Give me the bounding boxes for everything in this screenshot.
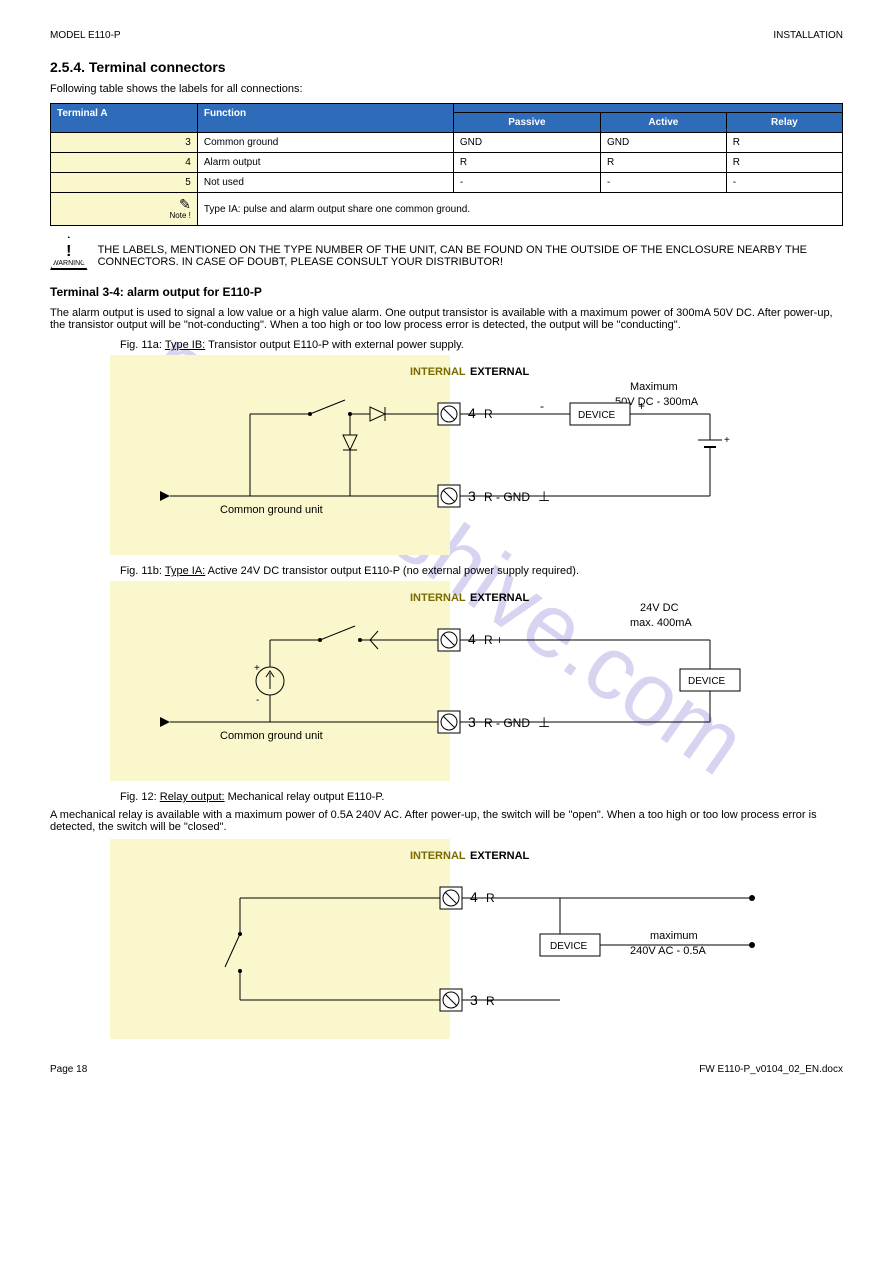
cell-label: 5 (51, 173, 198, 193)
minus-label: - (540, 399, 544, 413)
section-title: 2.5.4. Terminal connectors (50, 59, 843, 75)
table-row: 5 Not used - - - (51, 173, 843, 193)
external-label: EXTERNAL (470, 592, 530, 604)
fig-rest: Transistor output E110-P with external p… (208, 339, 464, 351)
terminals-table: Terminal A Function Passive Active Relay… (50, 103, 843, 226)
fig-prefix: Fig. 12: (120, 791, 157, 803)
device-box: DEVICE (578, 410, 616, 421)
cell-relay: R (726, 153, 842, 173)
pencil-icon: ✎ Note ! (170, 197, 191, 220)
warning-block: ! WARNING THE LABELS, MENTIONED ON THE T… (50, 236, 843, 270)
pin3-label: R - GND (484, 716, 530, 730)
th-passive: Passive (453, 113, 600, 133)
pin4-num: 4 (470, 889, 478, 905)
cell-active: GND (600, 133, 726, 153)
figure-relay-caption: Fig. 12: Relay output: Mechanical relay … (120, 791, 843, 803)
common-ground-label: Common ground unit (220, 730, 323, 742)
th-active: Active (600, 113, 726, 133)
internal-label: INTERNAL (410, 850, 466, 862)
fig-rest: Mechanical relay output E110-P. (228, 791, 385, 803)
page-footer: Page 18 FW E110-P_v0104_02_EN.docx (50, 1064, 843, 1075)
warning-icon: ! WARNING (50, 236, 88, 270)
relay-intro-text: A mechanical relay is available with a m… (50, 809, 843, 833)
plus-sign: + (254, 663, 260, 674)
warning-text: THE LABELS, MENTIONED ON THE TYPE NUMBER… (98, 236, 843, 268)
header-right: INSTALLATION (773, 30, 843, 41)
subsection-title: Terminal 3-4: alarm output for E110-P (50, 285, 843, 299)
pin4-num: 4 (468, 405, 476, 421)
cell-func: Not used (197, 173, 453, 193)
minus-sign: - (256, 695, 259, 706)
cell-active: R (600, 153, 726, 173)
footer-right: FW E110-P_v0104_02_EN.docx (699, 1064, 843, 1075)
device-box: DEVICE (550, 941, 588, 952)
footer-left: Page 18 (50, 1064, 87, 1075)
max-line1: maximum (650, 930, 698, 942)
svg-text:+: + (724, 435, 730, 446)
screw-terminal-3-icon (440, 989, 462, 1011)
cell-func: Alarm output (197, 153, 453, 173)
fig-type: Type IA: (165, 565, 205, 577)
fig-type: Relay output: (160, 791, 225, 803)
fig-prefix: Fig. 11a: (120, 339, 162, 351)
external-label: EXTERNAL (470, 850, 530, 862)
pin3-label: R (486, 994, 495, 1008)
note-text: Type IA: pulse and alarm output share on… (197, 193, 842, 226)
screw-terminal-3-icon (438, 711, 460, 733)
fig-prefix: Fig. 11b: (120, 565, 162, 577)
cell-passive: - (453, 173, 600, 193)
fig-type: Type IB: (165, 339, 205, 351)
max-line2: 240V AC - 0.5A (630, 945, 706, 957)
external-label: EXTERNAL (470, 366, 530, 378)
th-terminal: Terminal A (51, 104, 198, 133)
cell-active: - (600, 173, 726, 193)
cell-label: 3 (51, 133, 198, 153)
cell-relay: - (726, 173, 842, 193)
cell-passive: GND (453, 133, 600, 153)
screw-terminal-3-icon (438, 485, 460, 507)
internal-label: INTERNAL (410, 366, 466, 378)
cell-relay: R (726, 133, 842, 153)
table-header-row: Terminal A Function (51, 104, 843, 113)
volt-line2: max. 400mA (630, 617, 692, 629)
common-ground-label: Common ground unit (220, 504, 323, 516)
pin4-num: 4 (468, 631, 476, 647)
table-row: 4 Alarm output R R R (51, 153, 843, 173)
subsection-desc: The alarm output is used to signal a low… (50, 307, 843, 331)
max-line1: Maximum (630, 381, 678, 393)
pin3-label: R - GND (484, 490, 530, 504)
cell-label: 4 (51, 153, 198, 173)
th-relay: Relay (726, 113, 842, 133)
section-intro: Following table shows the labels for all… (50, 83, 843, 95)
figure-b-caption: Fig. 11b: Type IA: Active 24V DC transis… (120, 565, 843, 577)
table-row: 3 Common ground GND GND R (51, 133, 843, 153)
screw-terminal-4-icon (440, 887, 462, 909)
device-box: DEVICE (688, 676, 726, 687)
screw-terminal-4-icon (438, 629, 460, 651)
cell-func: Common ground (197, 133, 453, 153)
plus-label: + (638, 399, 645, 413)
header-left: MODEL E110-P (50, 30, 121, 41)
volt-line1: 24V DC (640, 602, 679, 614)
figure-a: INTERNAL EXTERNAL Maximum 50V DC - 300mA… (110, 355, 790, 555)
th-function: Function (197, 104, 453, 133)
internal-label: INTERNAL (410, 592, 466, 604)
fig-rest: Active 24V DC transistor output E110-P (… (208, 565, 579, 577)
table-note-row: ✎ Note ! Type IA: pulse and alarm output… (51, 193, 843, 226)
cell-passive: R (453, 153, 600, 173)
note-icon-cell: ✎ Note ! (51, 193, 198, 226)
figure-a-caption: Fig. 11a: Type IB: Transistor output E11… (120, 339, 843, 351)
screw-terminal-4-icon (438, 403, 460, 425)
page-header: MODEL E110-P INSTALLATION (50, 30, 843, 41)
figure-b: INTERNAL EXTERNAL 24V DC max. 400mA 4 R … (110, 581, 790, 781)
figure-relay: INTERNAL EXTERNAL 4 R 3 R (110, 839, 790, 1039)
